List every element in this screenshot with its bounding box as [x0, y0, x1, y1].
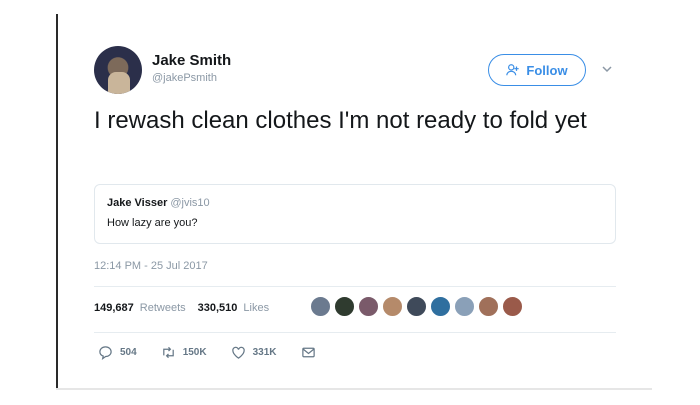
- quote-author-handle: @jvis10: [170, 197, 210, 209]
- quote-text: How lazy are you?: [107, 217, 198, 229]
- heart-icon: [231, 346, 245, 359]
- reply-count: 504: [120, 347, 137, 358]
- liker-avatar[interactable]: [478, 296, 499, 317]
- retweets-count[interactable]: 149,687: [94, 302, 134, 314]
- likes-count[interactable]: 330,510: [198, 302, 238, 314]
- liker-avatar[interactable]: [454, 296, 475, 317]
- tweet-card: Jake Smith @jakePsmith Follow I rewash c…: [70, 40, 640, 380]
- user-avatar[interactable]: [94, 46, 142, 94]
- liker-avatar[interactable]: [406, 296, 427, 317]
- reply-button[interactable]: 504: [98, 345, 137, 360]
- tweet-actions: 504 150K 331K: [98, 345, 340, 360]
- divider: [94, 286, 616, 287]
- liker-avatar[interactable]: [310, 296, 331, 317]
- retweet-button[interactable]: 150K: [161, 345, 207, 360]
- add-user-icon: [506, 64, 520, 76]
- user-name[interactable]: Jake Smith: [152, 52, 231, 69]
- envelope-icon: [301, 347, 315, 358]
- like-button[interactable]: 331K: [231, 345, 277, 360]
- liker-avatar[interactable]: [502, 296, 523, 317]
- frame-bottom-border: [56, 388, 652, 390]
- liker-avatars: [310, 296, 523, 320]
- follow-button[interactable]: Follow: [488, 54, 586, 86]
- like-count: 331K: [252, 347, 277, 358]
- liker-avatar[interactable]: [382, 296, 403, 317]
- retweet-count: 150K: [182, 347, 207, 358]
- retweet-icon: [162, 346, 174, 359]
- reply-icon: [99, 346, 112, 360]
- liker-avatar[interactable]: [358, 296, 379, 317]
- liker-avatar[interactable]: [334, 296, 355, 317]
- tweet-text: I rewash clean clothes I'm not ready to …: [94, 107, 587, 134]
- chevron-down-icon[interactable]: [600, 62, 614, 76]
- tweet-stats: 149,687 Retweets 330,510 Likes: [94, 302, 275, 314]
- quoted-tweet[interactable]: Jake Visser @jvis10 How lazy are you?: [94, 184, 616, 244]
- tweet-timestamp[interactable]: 12:14 PM - 25 Jul 2017: [94, 260, 208, 272]
- retweets-label[interactable]: Retweets: [140, 302, 186, 314]
- direct-message-button[interactable]: [301, 345, 316, 360]
- frame-left-border: [56, 14, 58, 390]
- likes-label[interactable]: Likes: [243, 302, 269, 314]
- quote-author-name: Jake Visser: [107, 197, 168, 209]
- divider: [94, 332, 616, 333]
- liker-avatar[interactable]: [430, 296, 451, 317]
- user-handle[interactable]: @jakePsmith: [152, 72, 217, 84]
- quote-author: Jake Visser @jvis10: [107, 197, 210, 209]
- follow-label: Follow: [526, 62, 568, 78]
